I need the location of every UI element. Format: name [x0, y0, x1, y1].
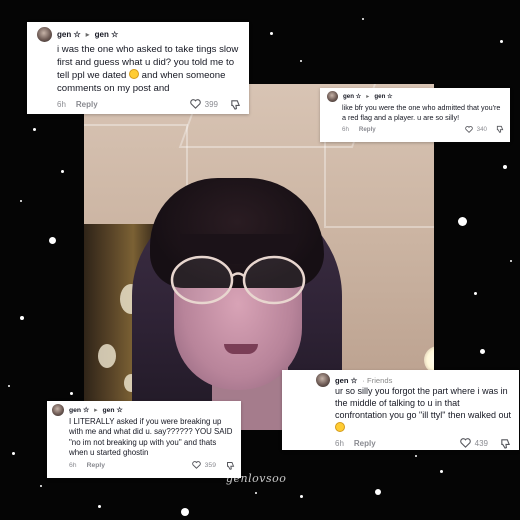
heart-icon	[191, 461, 201, 470]
comment-card-2: gen ☆ ▸ gen ☆ like bfr you were the one …	[320, 88, 510, 142]
reply-button[interactable]: Reply	[87, 462, 106, 469]
comment-time: 6h	[335, 438, 344, 448]
person-mouth	[224, 344, 258, 354]
like-button[interactable]: 439	[459, 438, 488, 448]
heart-icon	[189, 99, 201, 109]
watermark: genlovsoo	[226, 472, 287, 485]
dislike-icon[interactable]	[230, 99, 241, 110]
comment-time: 6h	[342, 125, 349, 133]
reply-arrow-icon: ▸	[94, 407, 98, 414]
reply-arrow-icon: ▸	[85, 30, 90, 39]
comment-text: I LITERALLY asked if you were breaking u…	[69, 417, 233, 458]
comment-reply-to[interactable]: gen ☆	[95, 30, 119, 39]
comment-reply-to[interactable]: gen ☆	[374, 93, 392, 100]
comment-text: like bfr you were the one who admitted t…	[342, 103, 501, 122]
comment-card-3: gen ☆ · Friends ur so silly you forgot t…	[282, 370, 519, 450]
like-count: 359	[204, 461, 216, 469]
avatar[interactable]	[52, 404, 64, 416]
heart-icon	[459, 438, 471, 448]
reply-button[interactable]: Reply	[354, 439, 376, 448]
comment-username[interactable]: gen ☆	[69, 406, 89, 414]
grimacing-face-icon	[335, 421, 345, 432]
reply-button[interactable]: Reply	[359, 126, 376, 133]
dislike-icon[interactable]	[500, 438, 511, 449]
like-count: 340	[476, 125, 487, 133]
comment-text: i was the one who asked to take tings sl…	[57, 44, 239, 94]
reply-button[interactable]: Reply	[76, 100, 98, 109]
like-count: 399	[204, 99, 218, 109]
comment-reply-to[interactable]: gen ☆	[103, 406, 123, 414]
reply-arrow-icon: ▸	[366, 93, 370, 100]
comment-card-1: gen ☆ ▸ gen ☆ i was the one who asked to…	[27, 22, 249, 114]
comment-text: ur so silly you forgot the part where i …	[315, 386, 511, 435]
comment-username[interactable]: gen ☆	[343, 93, 361, 100]
comment-username[interactable]: gen ☆	[57, 30, 81, 39]
like-button[interactable]: 359	[191, 461, 216, 470]
comment-time: 6h	[57, 99, 66, 109]
like-count: 439	[474, 438, 488, 448]
friends-tag: · Friends	[362, 375, 393, 385]
dislike-icon[interactable]	[226, 461, 235, 470]
like-button[interactable]: 340	[464, 125, 487, 133]
comment-username[interactable]: gen ☆	[335, 376, 357, 385]
glasses	[170, 255, 306, 305]
heart-icon	[464, 125, 473, 133]
like-button[interactable]: 399	[189, 99, 218, 109]
dislike-icon[interactable]	[496, 125, 504, 133]
comment-card-4: gen ☆ ▸ gen ☆ I LITERALLY asked if you w…	[47, 401, 241, 478]
avatar[interactable]	[327, 91, 338, 102]
avatar[interactable]	[37, 27, 52, 42]
grimacing-face-icon	[129, 69, 140, 80]
comment-time: 6h	[69, 461, 77, 469]
ceiling-panel	[324, 134, 434, 228]
avatar[interactable]	[316, 373, 330, 387]
